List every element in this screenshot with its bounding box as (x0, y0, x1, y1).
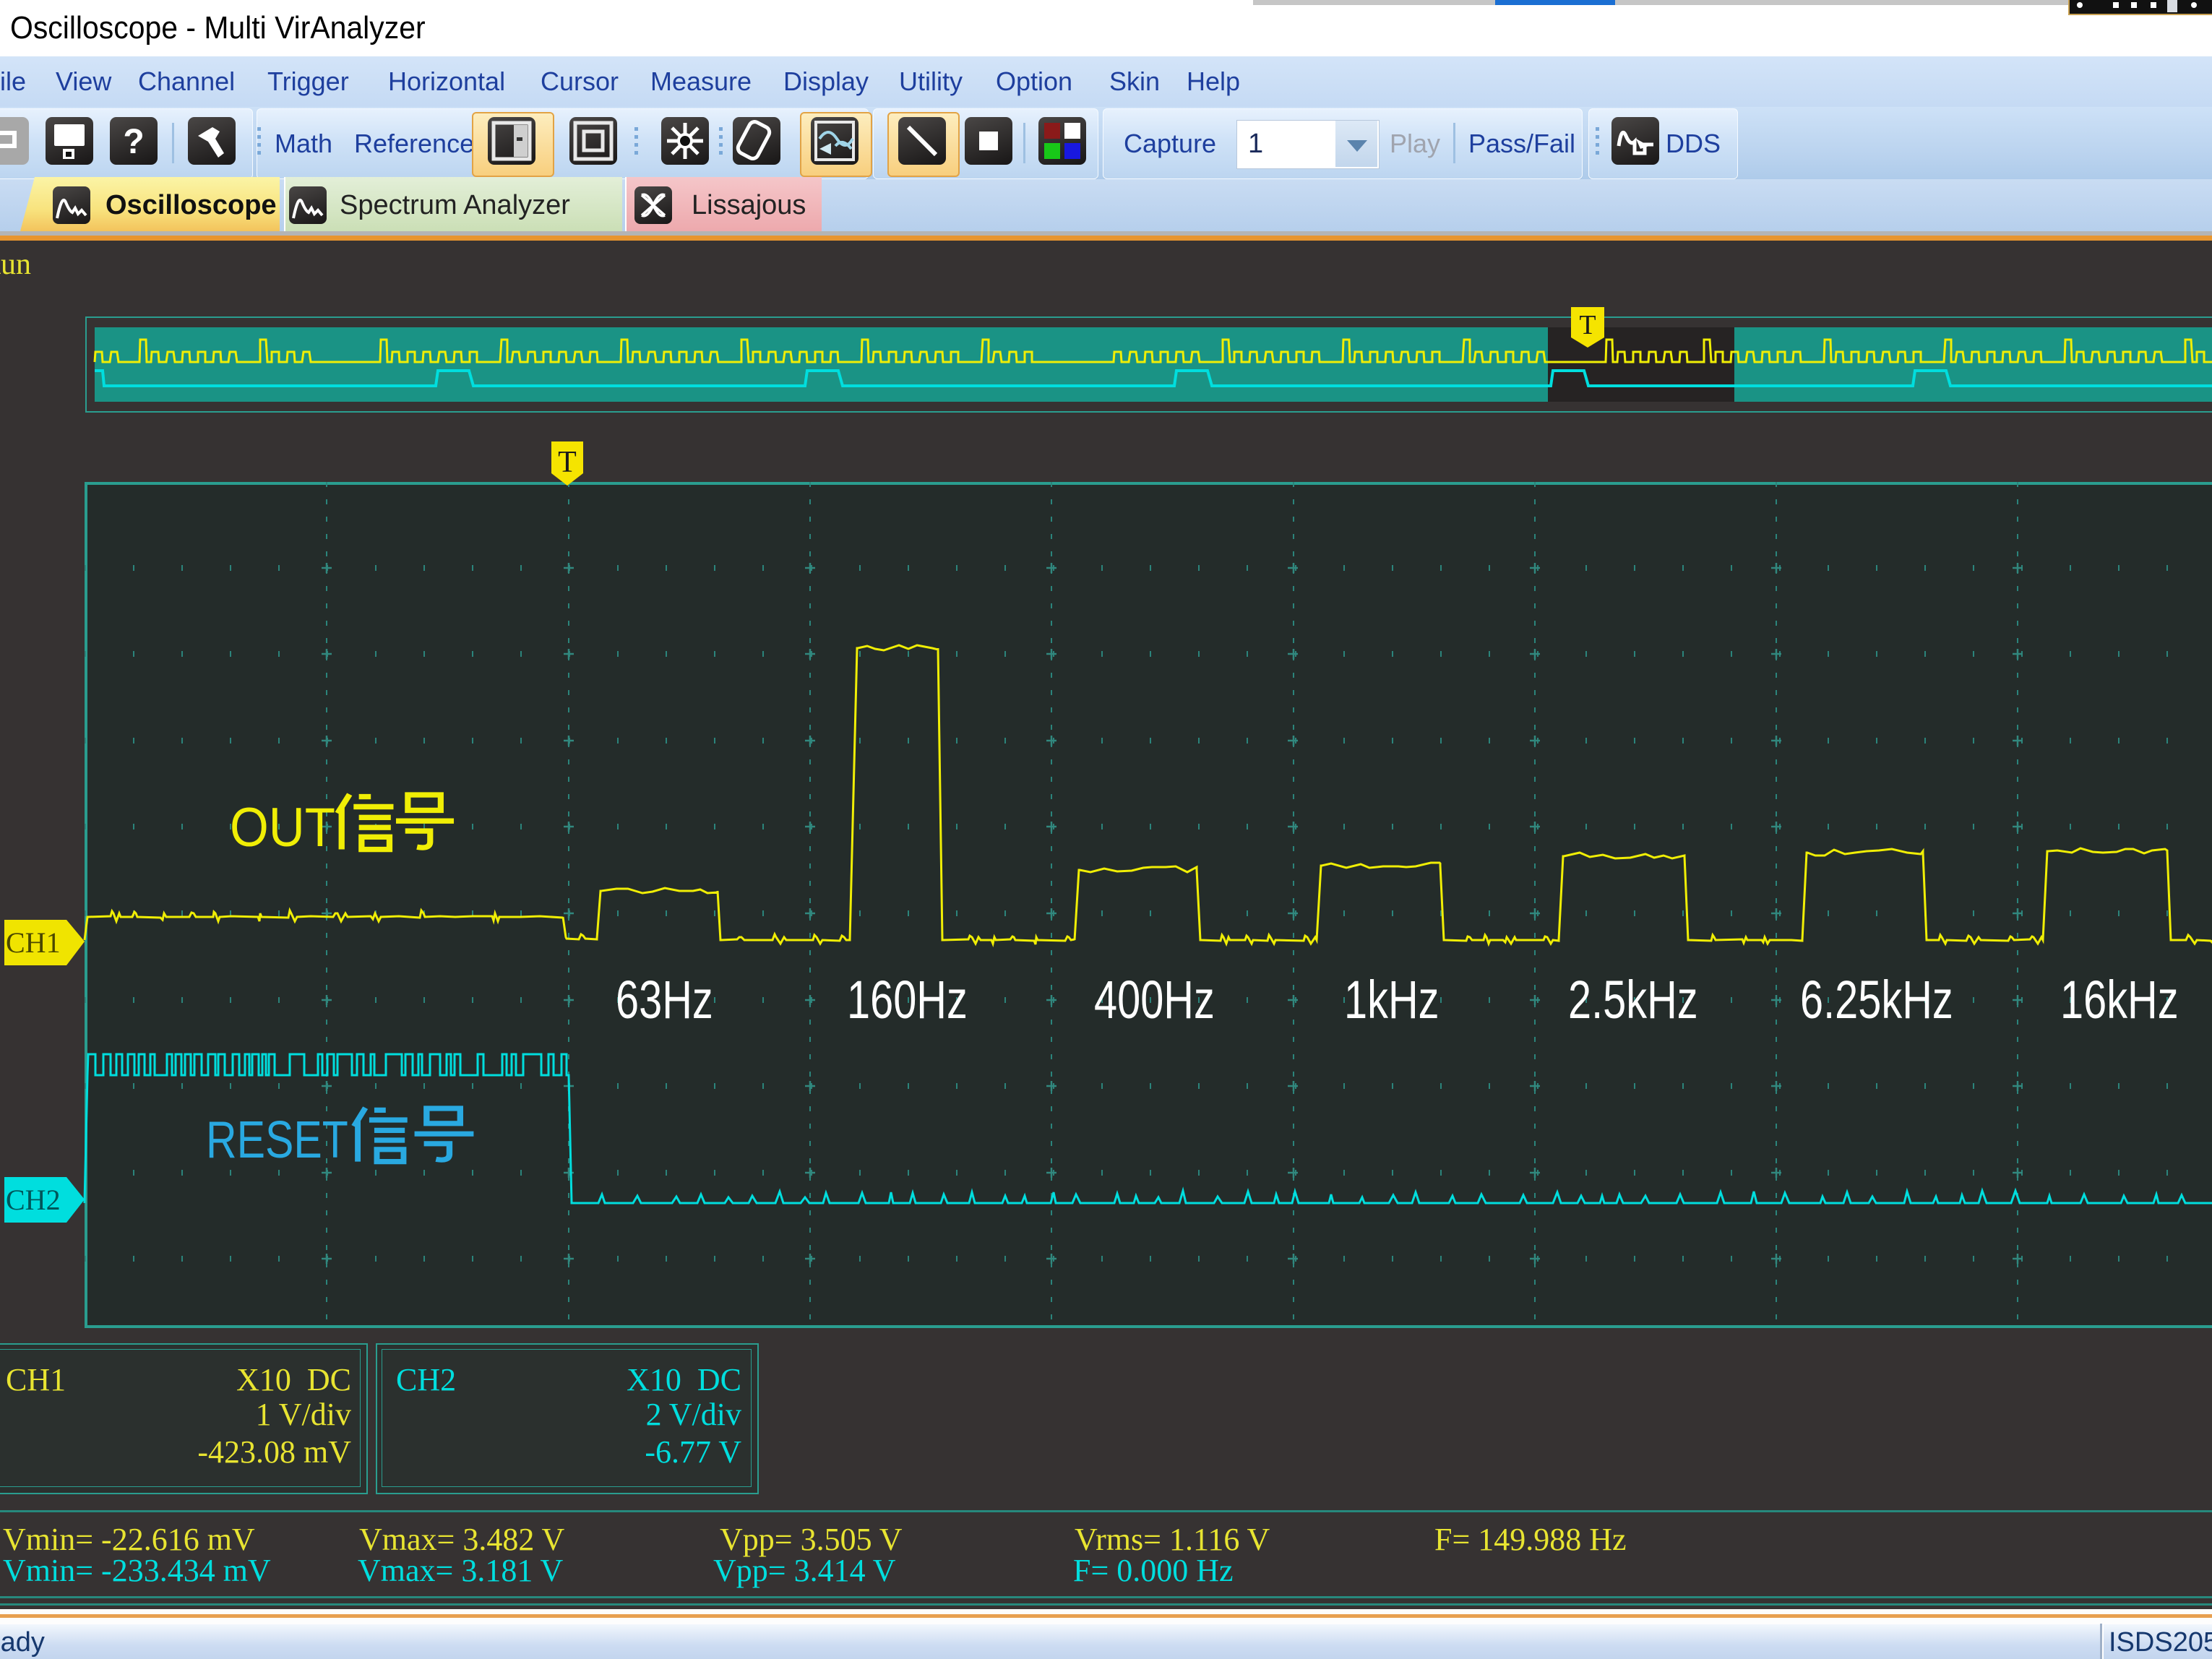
svg-text:T: T (558, 446, 577, 479)
svg-text:CH1: CH1 (6, 926, 61, 959)
svg-text:CH2: CH2 (6, 1184, 61, 1216)
